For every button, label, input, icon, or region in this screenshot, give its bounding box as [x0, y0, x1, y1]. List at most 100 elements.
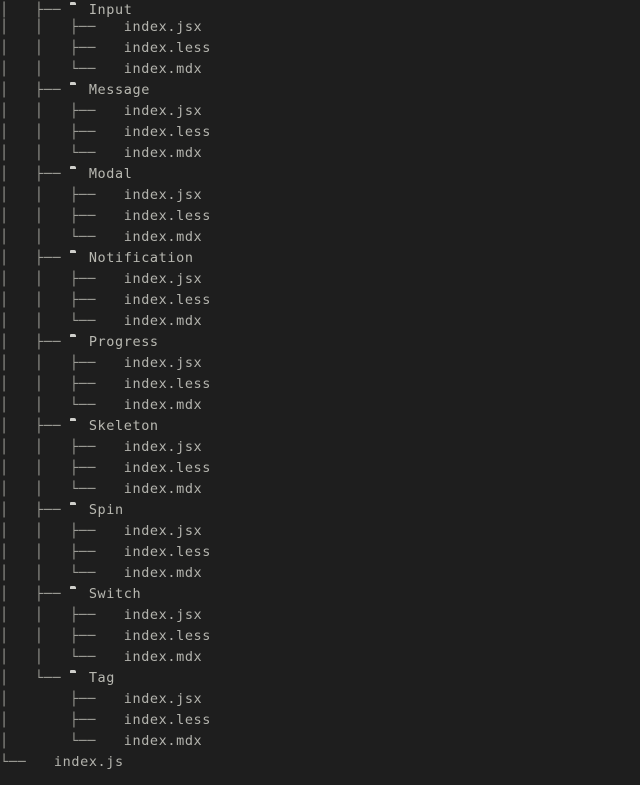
- tree-file-row[interactable]: │ │ ├── index.jsx: [0, 521, 640, 542]
- tree-guide-lines: │ ├──: [0, 586, 70, 602]
- file-name-label: index.mdx: [123, 61, 203, 77]
- tree-file-row[interactable]: │ │ ├── index.jsx: [0, 185, 640, 206]
- tree-file-row[interactable]: │ │ └── index.mdx: [0, 647, 640, 668]
- tree-guide-lines: │ │ └──: [0, 145, 105, 161]
- tree-guide-lines: │ │ ├──: [0, 376, 105, 392]
- file-name-label: index.less: [123, 292, 212, 308]
- tree-file-row[interactable]: │ │ └── index.mdx: [0, 59, 640, 80]
- tree-file-row[interactable]: │ ├── index.jsx: [0, 689, 640, 710]
- folder-name-label: Modal: [88, 166, 133, 182]
- tree-file-row[interactable]: │ │ └── index.mdx: [0, 563, 640, 584]
- tree-folder-row[interactable]: │ ├── Message: [0, 80, 640, 101]
- tree-guide-lines: │ │ ├──: [0, 124, 105, 140]
- tree-guide-lines: │ │ ├──: [0, 19, 105, 35]
- tree-file-row[interactable]: │ │ ├── index.less: [0, 626, 640, 647]
- folder-icon: [70, 672, 84, 686]
- tree-file-row[interactable]: │ │ └── index.mdx: [0, 227, 640, 248]
- tree-file-row[interactable]: │ │ ├── index.less: [0, 290, 640, 311]
- tree-file-row[interactable]: │ │ ├── index.jsx: [0, 269, 640, 290]
- tree-file-row[interactable]: │ │ ├── index.less: [0, 458, 640, 479]
- tree-folder-row[interactable]: │ ├── Spin: [0, 500, 640, 521]
- tree-folder-row[interactable]: │ ├── Skeleton: [0, 416, 640, 437]
- file-name-label: index.jsx: [123, 355, 203, 371]
- tree-guide-lines: │ ├──: [0, 2, 70, 18]
- file-icon: [105, 651, 119, 665]
- tree-guide-lines: │ ├──: [0, 334, 70, 350]
- file-icon: [105, 693, 119, 707]
- tree-guide-lines: │ │ ├──: [0, 271, 105, 287]
- tree-file-row[interactable]: │ │ └── index.mdx: [0, 479, 640, 500]
- tree-guide-lines: │ ├──: [0, 691, 105, 707]
- folder-name-label: Spin: [88, 502, 124, 518]
- file-name-label: index.jsx: [123, 691, 203, 707]
- file-name-label: index.less: [123, 544, 212, 560]
- file-name-label: index.mdx: [123, 397, 203, 413]
- tree-guide-lines: │ ├──: [0, 250, 70, 266]
- file-name-label: index.less: [123, 628, 212, 644]
- tree-guide-lines: │ │ ├──: [0, 628, 105, 644]
- tree-file-row[interactable]: └── index.js: [0, 752, 640, 773]
- file-icon: [105, 567, 119, 581]
- tree-file-row[interactable]: │ │ ├── index.less: [0, 122, 640, 143]
- tree-file-row[interactable]: │ │ ├── index.jsx: [0, 353, 640, 374]
- folder-icon: [70, 84, 84, 98]
- tree-file-row[interactable]: │ │ ├── index.less: [0, 542, 640, 563]
- tree-guide-lines: │ ├──: [0, 166, 70, 182]
- tree-file-row[interactable]: │ ├── index.less: [0, 710, 640, 731]
- tree-guide-lines: │ │ ├──: [0, 292, 105, 308]
- file-icon: [105, 609, 119, 623]
- tree-folder-row[interactable]: │ ├── Switch: [0, 584, 640, 605]
- file-icon: [105, 357, 119, 371]
- tree-guide-lines: │ │ ├──: [0, 523, 105, 539]
- file-icon: [105, 315, 119, 329]
- tree-file-row[interactable]: │ │ ├── index.less: [0, 374, 640, 395]
- tree-folder-row[interactable]: │ └── Tag: [0, 668, 640, 689]
- file-name-label: index.mdx: [123, 565, 203, 581]
- tree-file-row[interactable]: │ │ ├── index.jsx: [0, 605, 640, 626]
- tree-file-row[interactable]: │ └── index.mdx: [0, 731, 640, 752]
- file-icon: [105, 378, 119, 392]
- folder-name-label: Notification: [88, 250, 194, 266]
- tree-guide-lines: │ │ ├──: [0, 103, 105, 119]
- tree-file-row[interactable]: │ │ ├── index.jsx: [0, 101, 640, 122]
- file-name-label: index.less: [123, 712, 212, 728]
- file-name-label: index.less: [123, 460, 212, 476]
- tree-file-row[interactable]: │ │ ├── index.jsx: [0, 17, 640, 38]
- tree-file-row[interactable]: │ │ └── index.mdx: [0, 143, 640, 164]
- tree-guide-lines: │ ├──: [0, 418, 70, 434]
- file-icon: [105, 546, 119, 560]
- tree-folder-row[interactable]: │ ├── Input: [0, 0, 640, 17]
- file-icon: [105, 441, 119, 455]
- tree-folder-row[interactable]: │ ├── Notification: [0, 248, 640, 269]
- tree-file-row[interactable]: │ │ ├── index.less: [0, 38, 640, 59]
- file-icon: [105, 105, 119, 119]
- folder-icon: [70, 168, 84, 182]
- tree-guide-lines: │ ├──: [0, 712, 105, 728]
- tree-file-row[interactable]: │ │ ├── index.less: [0, 206, 640, 227]
- tree-file-row[interactable]: │ │ └── index.mdx: [0, 311, 640, 332]
- folder-icon: [70, 420, 84, 434]
- file-name-label: index.jsx: [123, 271, 203, 287]
- file-icon: [105, 399, 119, 413]
- file-icon: [105, 42, 119, 56]
- file-name-label: index.jsx: [123, 19, 203, 35]
- file-name-label: index.less: [123, 40, 212, 56]
- file-icon: [105, 189, 119, 203]
- tree-file-row[interactable]: │ │ ├── index.jsx: [0, 437, 640, 458]
- file-icon: [105, 735, 119, 749]
- folder-name-label: Progress: [88, 334, 159, 350]
- tree-file-row[interactable]: │ │ └── index.mdx: [0, 395, 640, 416]
- tree-folder-row[interactable]: │ ├── Progress: [0, 332, 640, 353]
- file-icon: [105, 210, 119, 224]
- folder-name-label: Skeleton: [88, 418, 159, 434]
- file-icon: [105, 273, 119, 287]
- folder-icon: [70, 504, 84, 518]
- file-name-label: index.jsx: [123, 439, 203, 455]
- file-icon: [105, 231, 119, 245]
- file-name-label: index.mdx: [123, 481, 203, 497]
- tree-folder-row[interactable]: │ ├── Modal: [0, 164, 640, 185]
- folder-icon: [70, 252, 84, 266]
- tree-guide-lines: │ │ ├──: [0, 607, 105, 623]
- tree-guide-lines: │ │ └──: [0, 649, 105, 665]
- folder-name-label: Input: [88, 2, 133, 18]
